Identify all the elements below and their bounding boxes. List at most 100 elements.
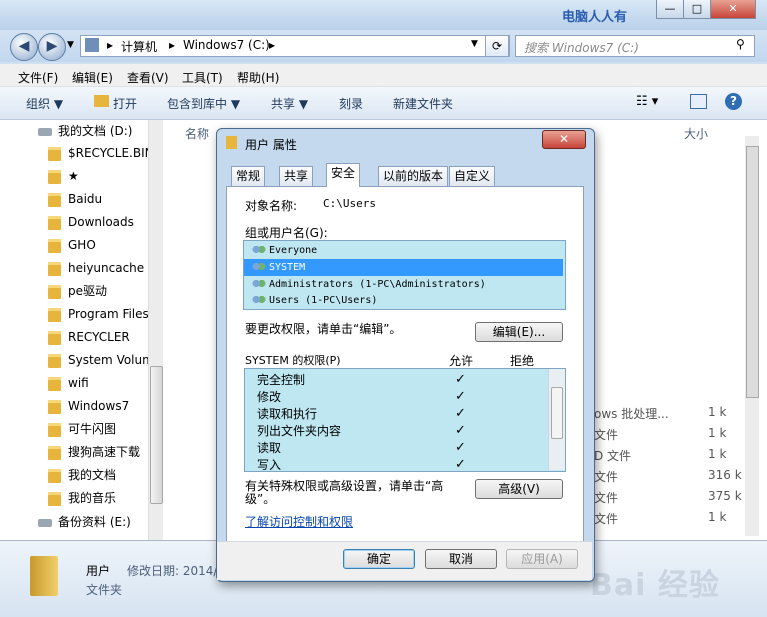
file-type-cell: 文件 [594, 491, 619, 505]
address-field[interactable]: ▸ 计算机 ▸ Windows7 (C:) ▸ ▼ [80, 35, 510, 57]
file-type-cell: 文件 [594, 428, 619, 442]
maximize-button[interactable]: □ [683, 0, 711, 19]
allow-check-icon: ✓ [455, 389, 466, 404]
group-user-label: 组或用户名(G): [245, 226, 328, 240]
address-dropdown-icon[interactable]: ▼ [471, 39, 478, 49]
column-name-header[interactable]: 名称 [185, 125, 209, 142]
folder-icon [48, 491, 61, 506]
allow-check-icon: ✓ [455, 406, 466, 421]
permission-list[interactable]: 完全控制 ✓ 修改 ✓ 读取和执行 ✓ 列出文件夹内容 ✓ 读取 ✓ 写入 ✓ [244, 368, 566, 472]
back-button[interactable]: ◀ [10, 33, 38, 61]
search-icon[interactable]: ⚲ [736, 37, 745, 51]
folder-icon [48, 146, 61, 161]
nav-folder-label: RECYCLER [68, 330, 130, 344]
cancel-button[interactable]: 取消 [425, 549, 497, 569]
nav-folder-item[interactable]: Baidu [48, 188, 102, 210]
tab-general[interactable]: 常规 [231, 166, 266, 186]
user-item-system[interactable]: SYSTEM [252, 259, 305, 276]
refresh-button[interactable]: ⟳ [485, 35, 509, 57]
breadcrumb-drive[interactable]: Windows7 (C:) [183, 38, 270, 52]
nav-drive-e[interactable]: 备份资料 (E:) [38, 511, 131, 533]
share-button[interactable]: 共享 ▼ [271, 95, 308, 112]
nav-folder-item[interactable]: ★ [48, 165, 79, 187]
burn-button[interactable]: 刻录 [339, 95, 363, 112]
nav-folder-label: wifi [68, 376, 89, 390]
nav-folder-item[interactable]: System Volum [48, 349, 154, 371]
permission-item: 完全控制 [257, 373, 306, 387]
user-item-users[interactable]: Users (1-PC\Users) [252, 292, 377, 309]
nav-drive-d[interactable]: 我的文档 (D:) [38, 120, 132, 142]
ok-button[interactable]: 确定 [343, 549, 415, 569]
nav-folder-item[interactable]: 我的音乐 [48, 487, 116, 509]
file-scroll-thumb[interactable] [746, 146, 759, 398]
search-placeholder: 搜索 Windows7 (C:) [524, 41, 639, 55]
search-input[interactable]: 搜索 Windows7 (C:) ⚲ [515, 35, 755, 57]
menu-edit[interactable]: 编辑(E) [72, 69, 113, 86]
column-size-header[interactable]: 大小 [684, 125, 708, 142]
permission-scroll-thumb[interactable] [551, 387, 563, 439]
organize-button[interactable]: 组织 ▼ [26, 95, 63, 112]
minimize-button[interactable]: — [656, 0, 684, 19]
user-item-everyone[interactable]: Everyone [252, 242, 317, 259]
apply-button[interactable]: 应用(A) [506, 549, 578, 569]
tab-sharing[interactable]: 共享 [279, 166, 314, 186]
nav-folder-item[interactable]: 搜狗高速下载 [48, 441, 140, 463]
menu-help[interactable]: 帮助(H) [237, 69, 279, 86]
drive-icon [38, 518, 52, 527]
tab-customize[interactable]: 自定义 [449, 166, 496, 186]
folder-icon [48, 376, 61, 391]
nav-folder-item[interactable]: Program Files [48, 303, 149, 325]
nav-folder-label: Windows7 [68, 399, 130, 413]
tab-security[interactable]: 安全 [326, 163, 361, 187]
nav-folder-item[interactable]: heiyuncache [48, 257, 144, 279]
nav-folder-item[interactable]: pe驱动 [48, 280, 107, 302]
nav-folder-item[interactable]: GHO [48, 234, 96, 256]
nav-folder-item[interactable]: 可牛闪图 [48, 418, 116, 440]
nav-folder-label: 我的音乐 [68, 491, 117, 505]
allow-check-icon: ✓ [455, 457, 466, 472]
nav-folder-item[interactable]: RECYCLER [48, 326, 130, 348]
open-button[interactable]: 打开 [113, 95, 137, 112]
nav-folder-item[interactable]: $RECYCLE.BIN [48, 142, 154, 164]
file-size-cell: 1 k [708, 510, 727, 524]
tab-previous-versions[interactable]: 以前的版本 [378, 166, 449, 186]
advanced-button[interactable]: 高级(V) [475, 479, 563, 499]
details-type: 文件夹 [86, 583, 123, 597]
menu-tools[interactable]: 工具(T) [182, 69, 223, 86]
nav-scrollbar[interactable] [148, 120, 163, 540]
help-icon[interactable]: ? [725, 93, 742, 110]
nav-folder-item[interactable]: wifi [48, 372, 89, 394]
permission-scrollbar[interactable] [548, 369, 565, 470]
explorer-titlebar [0, 0, 767, 30]
folder-icon [48, 353, 61, 368]
nav-drive-e-label: 备份资料 (E:) [58, 515, 131, 529]
permission-item: 读取 [257, 441, 282, 455]
folder-icon [48, 215, 61, 230]
nav-scroll-thumb[interactable] [150, 366, 163, 504]
dialog-title: 用户 属性 [245, 138, 297, 152]
edit-button[interactable]: 编辑(E)... [475, 322, 563, 342]
user-item-administrators[interactable]: Administrators (1-PC\Administrators) [252, 276, 486, 293]
nav-folder-item[interactable]: 我的文档 [48, 464, 116, 486]
include-library-button[interactable]: 包含到库中 ▼ [167, 95, 240, 112]
access-control-help-link[interactable]: 了解访问控制和权限 [245, 513, 353, 530]
nav-folder-label: GHO [68, 238, 96, 252]
menu-view[interactable]: 查看(V) [127, 69, 169, 86]
close-button[interactable]: ✕ [710, 0, 756, 19]
user-group-icon [252, 278, 266, 290]
menu-file[interactable]: 文件(F) [18, 69, 58, 86]
preview-pane-icon[interactable] [690, 94, 707, 109]
new-folder-button[interactable]: 新建文件夹 [393, 95, 453, 112]
folder-large-icon [30, 556, 58, 596]
forward-button[interactable]: ▶ [38, 33, 66, 61]
view-options-icon[interactable]: ☷ ▾ [636, 94, 658, 109]
nav-folder-item[interactable]: Windows7 [48, 395, 129, 417]
dialog-close-button[interactable]: ✕ [542, 130, 586, 149]
nav-folder-item[interactable]: Downloads [48, 211, 134, 233]
history-dropdown-icon[interactable]: ▼ [67, 40, 74, 50]
nav-drive-d-label: 我的文档 (D:) [58, 124, 133, 138]
file-scrollbar[interactable] [745, 136, 759, 536]
breadcrumb-computer[interactable]: 计算机 [121, 38, 157, 55]
folder-icon [48, 307, 61, 322]
file-type-cell: 文件 [594, 470, 619, 484]
